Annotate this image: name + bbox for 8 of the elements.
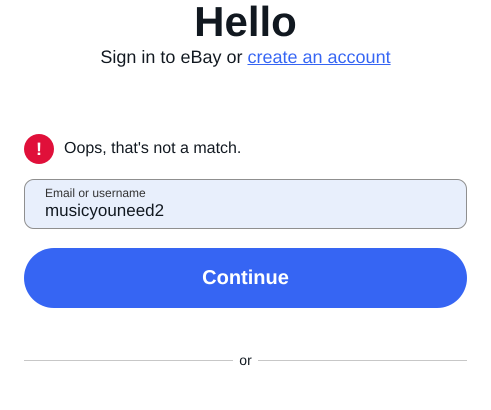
error-icon: !	[24, 134, 54, 164]
continue-button[interactable]: Continue	[24, 248, 467, 308]
error-message: Oops, that's not a match.	[64, 139, 242, 159]
email-field[interactable]: Email or username musicyouneed2	[24, 179, 467, 229]
page-heading: Hello	[194, 0, 297, 44]
divider-text: or	[239, 351, 252, 370]
subtitle: Sign in to eBay or create an account	[100, 46, 391, 69]
create-account-link[interactable]: create an account	[247, 47, 391, 67]
